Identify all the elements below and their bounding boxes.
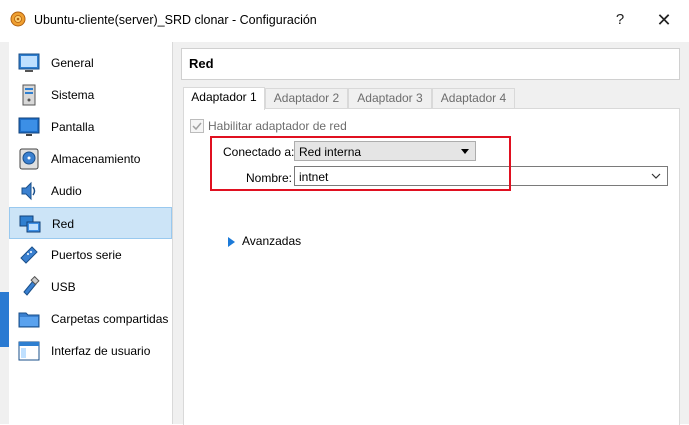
sidebar-item-storage[interactable]: Almacenamiento [9, 143, 172, 175]
network-icon [19, 215, 41, 233]
settings-sidebar: General Sistema Pantalla Almacenamiento [9, 42, 173, 424]
tab-adapter-1[interactable]: Adaptador 1 [183, 87, 265, 110]
sidebar-item-label: Almacenamiento [51, 152, 141, 166]
sidebar-item-label: Interfaz de usuario [51, 344, 151, 358]
system-icon [22, 84, 36, 106]
sidebar-item-general[interactable]: General [9, 47, 172, 79]
expand-arrow-icon[interactable] [228, 237, 235, 247]
help-button[interactable]: ? [605, 8, 635, 32]
display-icon [18, 117, 40, 136]
shared-folders-icon [18, 312, 40, 328]
name-label: Nombre: [246, 171, 293, 185]
usb-icon [23, 276, 40, 296]
dropdown-arrow-icon [461, 149, 469, 154]
enable-adapter-checkbox[interactable] [190, 119, 204, 133]
sidebar-item-label: Pantalla [51, 120, 95, 134]
sidebar-item-usb[interactable]: USB [9, 271, 172, 303]
general-icon [18, 53, 40, 72]
user-interface-icon [18, 341, 40, 361]
advanced-toggle[interactable]: Avanzadas [242, 234, 301, 248]
tab-adapter-2[interactable]: Adaptador 2 [265, 88, 348, 108]
sidebar-item-label: Sistema [51, 88, 95, 102]
settings-content: Red Adaptador 1 Adaptador 2 Adaptador 3 … [173, 42, 689, 425]
sidebar-item-label: Audio [51, 184, 82, 198]
sidebar-item-label: USB [51, 280, 76, 294]
network-name-value: intnet [299, 170, 329, 184]
attached-to-select[interactable]: Red interna [294, 141, 476, 161]
audio-icon [21, 181, 36, 201]
sidebar-item-label: Carpetas compartidas [51, 312, 169, 326]
storage-icon [19, 148, 39, 170]
title-bar: Ubuntu-cliente(server)_SRD clonar - Conf… [0, 0, 689, 42]
serial-ports-icon [20, 246, 38, 264]
window-title: Ubuntu-cliente(server)_SRD clonar - Conf… [34, 13, 317, 27]
attached-to-label: Conectado a: [223, 145, 295, 159]
tab-adapter-3[interactable]: Adaptador 3 [348, 88, 432, 108]
network-name-input[interactable]: intnet [294, 166, 668, 186]
section-header: Red [181, 48, 680, 80]
checkmark-icon [192, 122, 202, 131]
adapter-panel: Habilitar adaptador de red Conectado a: … [183, 108, 680, 425]
sidebar-item-serial-ports[interactable]: Puertos serie [9, 239, 172, 271]
sidebar-item-shared-folders[interactable]: Carpetas compartidas [9, 303, 172, 335]
sidebar-item-system[interactable]: Sistema [9, 79, 172, 111]
sidebar-item-label: Red [52, 217, 75, 231]
sidebar-item-user-interface[interactable]: Interfaz de usuario [9, 335, 172, 367]
page-title: Red [189, 56, 214, 71]
sidebar-item-display[interactable]: Pantalla [9, 111, 172, 143]
sidebar-item-label: Puertos serie [51, 248, 122, 262]
close-button[interactable]: ✕ [649, 8, 679, 32]
attached-to-value: Red interna [299, 145, 362, 159]
enable-adapter-label: Habilitar adaptador de red [208, 119, 347, 133]
sidebar-item-audio[interactable]: Audio [9, 175, 172, 207]
tab-adapter-4[interactable]: Adaptador 4 [432, 88, 515, 108]
chevron-down-icon[interactable] [649, 169, 663, 183]
virtualbox-app-icon [10, 11, 26, 27]
sidebar-item-label: General [51, 56, 94, 70]
background-window-edge [0, 42, 9, 424]
sidebar-item-network[interactable]: Red [9, 207, 172, 239]
